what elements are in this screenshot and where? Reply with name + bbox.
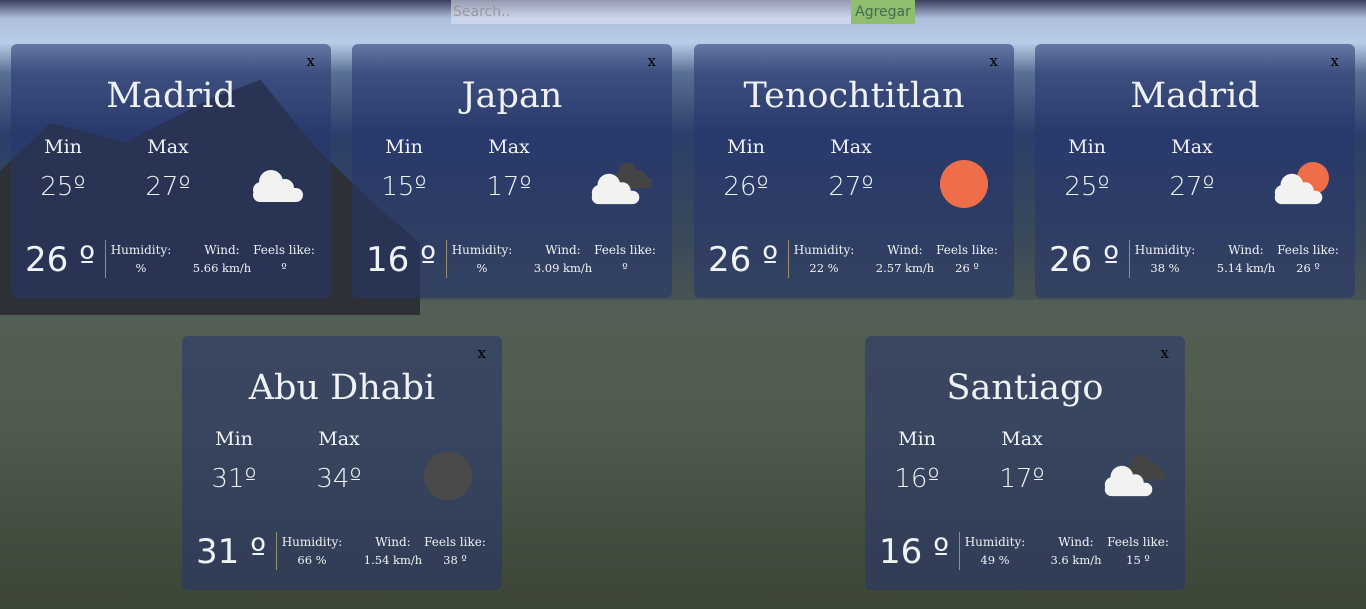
max-value: 27º: [828, 172, 874, 202]
feels-value: 26 º: [955, 261, 979, 275]
feels-like: Feels like: º: [585, 243, 665, 275]
humidity-value: %: [476, 261, 488, 275]
max-label: Max: [1001, 428, 1043, 450]
close-button[interactable]: x: [1161, 344, 1169, 362]
search-input[interactable]: [451, 0, 851, 24]
city-name: Madrid: [106, 76, 236, 116]
humidity-value: 38 %: [1150, 261, 1180, 275]
city-name: Santiago: [946, 368, 1104, 408]
feels-value: 26 º: [1296, 261, 1320, 275]
weather-card: x Abu Dhabi Min Max 31º 34º 31 º Humidit…: [182, 336, 502, 590]
feels-label: Feels like:: [594, 243, 656, 257]
city-name: Madrid: [1130, 76, 1260, 116]
humidity: Humidity: 49 %: [955, 535, 1035, 567]
current-temp: 26 º: [708, 240, 779, 280]
wind-label: Wind:: [1228, 243, 1264, 257]
humidity-label: Humidity:: [451, 243, 513, 257]
feels-label: Feels like:: [936, 243, 998, 257]
max-label: Max: [318, 428, 360, 450]
max-label: Max: [830, 136, 872, 158]
add-button[interactable]: Agregar: [851, 0, 915, 24]
min-value: 25º: [1064, 172, 1110, 202]
max-value: 17º: [486, 172, 532, 202]
close-button[interactable]: x: [478, 344, 486, 362]
close-button[interactable]: x: [648, 52, 656, 70]
weather-card: x Madrid Min Max 25º 27º 26 º Humidity: 3…: [1035, 44, 1355, 298]
feels-label: Feels like:: [1107, 535, 1169, 549]
min-value: 25º: [40, 172, 86, 202]
humidity-value: 22 %: [809, 261, 839, 275]
current-temp: 26 º: [25, 240, 96, 280]
wind-label: Wind:: [375, 535, 411, 549]
min-label: Min: [898, 428, 936, 450]
current-temp: 16 º: [879, 532, 950, 572]
feels-like: Feels like: 15 º: [1098, 535, 1178, 567]
weather-card: x Tenochtitlan Min Max 26º 27º 26 º Humi…: [694, 44, 1014, 298]
humidity-label: Humidity:: [964, 535, 1026, 549]
min-value: 16º: [894, 464, 940, 494]
max-value: 34º: [316, 464, 362, 494]
close-button[interactable]: x: [990, 52, 998, 70]
clouds-icon: [591, 162, 652, 205]
city-name: Tenochtitlan: [743, 76, 965, 116]
wind-label: Wind:: [1058, 535, 1094, 549]
max-label: Max: [1171, 136, 1213, 158]
clouds-icon: [1104, 454, 1165, 497]
current-temp: 26 º: [1049, 240, 1120, 280]
city-name: Abu Dhabi: [248, 368, 436, 408]
feels-like: Feels like: º: [244, 243, 324, 275]
min-label: Min: [44, 136, 82, 158]
max-value: 27º: [1169, 172, 1215, 202]
feels-value: º: [622, 261, 628, 275]
humidity-label: Humidity:: [281, 535, 343, 549]
cloud-icon: [253, 170, 303, 202]
sun-icon: [940, 160, 988, 208]
wind-label: Wind:: [545, 243, 581, 257]
min-label: Min: [1068, 136, 1106, 158]
feels-value: 38 º: [443, 553, 467, 567]
feels-like: Feels like: 26 º: [927, 243, 1007, 275]
max-value: 27º: [145, 172, 191, 202]
feels-value: º: [281, 261, 287, 275]
humidity-label: Humidity:: [1134, 243, 1196, 257]
wind-label: Wind:: [204, 243, 240, 257]
min-value: 26º: [723, 172, 769, 202]
min-label: Min: [215, 428, 253, 450]
humidity-label: Humidity:: [110, 243, 172, 257]
humidity: Humidity:%: [101, 243, 181, 275]
humidity: Humidity: 66 %: [272, 535, 352, 567]
min-value: 31º: [211, 464, 257, 494]
humidity-label: Humidity:: [793, 243, 855, 257]
humidity-value: 66 %: [297, 553, 327, 567]
current-temp: 31 º: [196, 532, 267, 572]
city-name: Japan: [461, 76, 563, 116]
feels-label: Feels like:: [253, 243, 315, 257]
weather-card: x Santiago Min Max 16º 17º 16 º Humidity…: [865, 336, 1185, 590]
feels-like: Feels like: 26 º: [1268, 243, 1348, 275]
wind-label: Wind:: [887, 243, 923, 257]
feels-value: 15 º: [1126, 553, 1150, 567]
humidity: Humidity:%: [442, 243, 522, 275]
current-temp: 16 º: [366, 240, 437, 280]
min-label: Min: [727, 136, 765, 158]
humidity-value: %: [135, 261, 147, 275]
weather-card: x Japan Min Max 15º 17º 16 º Humidity:% …: [352, 44, 672, 298]
humidity: Humidity: 22 %: [784, 243, 864, 275]
close-button[interactable]: x: [1331, 52, 1339, 70]
humidity: Humidity: 38 %: [1125, 243, 1205, 275]
feels-label: Feels like:: [1277, 243, 1339, 257]
feels-like: Feels like: 38 º: [415, 535, 495, 567]
min-label: Min: [385, 136, 423, 158]
sun-cloud-icon: [1274, 162, 1329, 205]
min-value: 15º: [381, 172, 427, 202]
weather-card: x Madrid Min Max 25º 27º 26 º Humidity:%…: [11, 44, 331, 298]
max-value: 17º: [999, 464, 1045, 494]
humidity-value: 49 %: [980, 553, 1010, 567]
max-label: Max: [147, 136, 189, 158]
feels-label: Feels like:: [424, 535, 486, 549]
moon-icon: [424, 452, 472, 500]
max-label: Max: [488, 136, 530, 158]
close-button[interactable]: x: [307, 52, 315, 70]
